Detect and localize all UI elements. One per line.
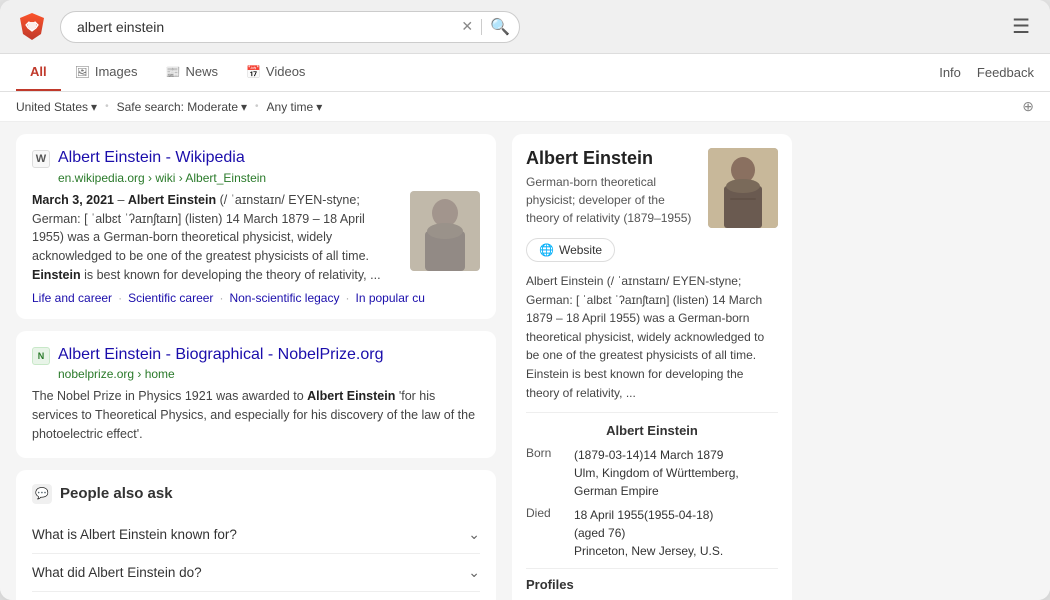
result-title-nobel[interactable]: Albert Einstein - Biographical - NobelPr…	[58, 345, 383, 366]
browser-window: ✕ 🔍 ☰ All 🖼 Images 📰 News 📅 Videos Info …	[0, 0, 1050, 600]
clear-search-button[interactable]: ✕	[459, 16, 475, 37]
left-column: W Albert Einstein - Wikipedia en.wikiped…	[16, 134, 496, 600]
kc-profiles-title: Profiles	[526, 577, 778, 592]
result-url-wikipedia: en.wikipedia.org › wiki › Albert_Einstei…	[58, 171, 480, 185]
hamburger-menu-button[interactable]: ☰	[1008, 10, 1034, 43]
time-filter-label: Any time	[267, 100, 314, 114]
search-bar-icons: ✕ 🔍	[459, 15, 512, 39]
kc-website-label: Website	[559, 243, 602, 257]
kc-infobox-title: Albert Einstein	[526, 423, 778, 438]
knowledge-card: Albert Einstein German-born theoretical …	[512, 134, 792, 600]
safe-search-label: Safe search: Moderate	[117, 100, 238, 114]
paa-question-1[interactable]: What is Albert Einstein known for? ⌄	[32, 516, 480, 554]
tab-videos-label: Videos	[266, 64, 306, 79]
result-link-scientific[interactable]: Scientific career	[128, 291, 213, 305]
right-column: Albert Einstein German-born theoretical …	[512, 134, 792, 600]
kc-header: Albert Einstein German-born theoretical …	[526, 148, 778, 228]
search-result-wikipedia: W Albert Einstein - Wikipedia en.wikiped…	[16, 134, 496, 319]
brave-logo-icon	[16, 11, 48, 43]
paa-chevron-1-icon: ⌄	[468, 526, 480, 543]
main-content: W Albert Einstein - Wikipedia en.wikiped…	[0, 122, 1050, 600]
result-title-wikipedia[interactable]: Albert Einstein - Wikipedia	[58, 148, 245, 169]
paa-question-2-text: What did Albert Einstein do?	[32, 565, 202, 580]
safe-search-filter[interactable]: Safe search: Moderate ▾	[117, 100, 247, 114]
filter-bar: United States ▾ • Safe search: Moderate …	[0, 92, 1050, 122]
tab-all[interactable]: All	[16, 54, 61, 91]
tab-news[interactable]: 📰 News	[152, 54, 232, 91]
tab-images[interactable]: 🖼 Images	[61, 54, 152, 91]
kc-born-row: Born (1879-03-14)14 March 1879Ulm, Kingd…	[526, 446, 778, 500]
browser-bar: ✕ 🔍 ☰	[0, 0, 1050, 54]
result-body-wikipedia: March 3, 2021 – Albert Einstein (/ ˈaɪns…	[32, 191, 480, 285]
nav-right-links: Info Feedback	[939, 65, 1034, 80]
info-link[interactable]: Info	[939, 65, 961, 80]
nobel-source-icon: N	[32, 347, 50, 365]
kc-divider	[526, 568, 778, 569]
result-snippet-wikipedia: March 3, 2021 – Albert Einstein (/ ˈaɪns…	[32, 191, 400, 285]
result-title-row-1: W Albert Einstein - Wikipedia	[32, 148, 480, 169]
kc-name: Albert Einstein	[526, 148, 698, 169]
wikipedia-result-thumbnail	[410, 191, 480, 271]
region-filter[interactable]: United States ▾	[16, 100, 97, 114]
paa-header: 💬 People also ask	[32, 484, 480, 504]
images-icon: 🖼	[75, 65, 90, 79]
search-divider	[481, 19, 482, 35]
kc-born-value: (1879-03-14)14 March 1879Ulm, Kingdom of…	[574, 446, 778, 500]
feedback-link[interactable]: Feedback	[977, 65, 1034, 80]
tab-images-label: Images	[95, 64, 138, 79]
tab-all-label: All	[30, 64, 47, 79]
result-link-life[interactable]: Life and career	[32, 291, 112, 305]
result-link-popular[interactable]: In popular cu	[355, 291, 424, 305]
kc-website-button[interactable]: 🌐 Website	[526, 238, 615, 262]
filter-sep-2: •	[255, 101, 259, 112]
time-filter[interactable]: Any time ▾	[267, 100, 323, 114]
kc-description: Albert Einstein (/ ˈaɪnstaɪn/ EYEN-styne…	[526, 272, 778, 413]
paa-question-2[interactable]: What did Albert Einstein do? ⌄	[32, 554, 480, 592]
tab-news-label: News	[185, 64, 218, 79]
search-button[interactable]: 🔍	[488, 15, 512, 39]
filter-sep-1: •	[105, 101, 109, 112]
kc-died-label: Died	[526, 506, 566, 560]
result-link-legacy[interactable]: Non-scientific legacy	[229, 291, 339, 305]
paa-title: People also ask	[60, 485, 173, 502]
result-url-nobel: nobelprize.org › home	[58, 367, 480, 381]
search-result-nobel: N Albert Einstein - Biographical - Nobel…	[16, 331, 496, 458]
search-bar-wrapper: ✕ 🔍	[60, 11, 520, 43]
news-icon: 📰	[166, 65, 181, 79]
videos-icon: 📅	[246, 65, 261, 79]
globe-icon: 🌐	[539, 243, 554, 257]
filter-help-icon[interactable]: ⊕	[1022, 98, 1034, 115]
paa-question-1-text: What is Albert Einstein known for?	[32, 527, 237, 542]
result-snippet-nobel: The Nobel Prize in Physics 1921 was awar…	[32, 387, 480, 443]
safe-search-chevron-icon: ▾	[241, 100, 247, 114]
paa-chevron-2-icon: ⌄	[468, 564, 480, 581]
kc-photo	[708, 148, 778, 228]
tab-videos[interactable]: 📅 Videos	[232, 54, 319, 91]
paa-question-3[interactable]: What was Albert Einstein's family like? …	[32, 592, 480, 600]
kc-title-block: Albert Einstein German-born theoretical …	[526, 148, 698, 228]
nav-tabs: All 🖼 Images 📰 News 📅 Videos Info Feedba…	[0, 54, 1050, 92]
time-chevron-icon: ▾	[316, 100, 322, 114]
kc-died-row: Died 18 April 1955(1955-04-18)(aged 76)P…	[526, 506, 778, 560]
result-title-row-2: N Albert Einstein - Biographical - Nobel…	[32, 345, 480, 366]
region-chevron-icon: ▾	[91, 100, 97, 114]
result-body-nobel: The Nobel Prize in Physics 1921 was awar…	[32, 387, 480, 443]
kc-subtitle: German-born theoretical physicist; devel…	[526, 173, 698, 227]
kc-born-label: Born	[526, 446, 566, 500]
people-also-ask-card: 💬 People also ask What is Albert Einstei…	[16, 470, 496, 600]
kc-died-value: 18 April 1955(1955-04-18)(aged 76)Prince…	[574, 506, 778, 560]
wiki-source-icon: W	[32, 150, 50, 168]
result-links-wikipedia: Life and career · Scientific career · No…	[32, 291, 480, 305]
region-filter-label: United States	[16, 100, 88, 114]
search-input[interactable]	[60, 11, 520, 43]
paa-icon: 💬	[32, 484, 52, 504]
